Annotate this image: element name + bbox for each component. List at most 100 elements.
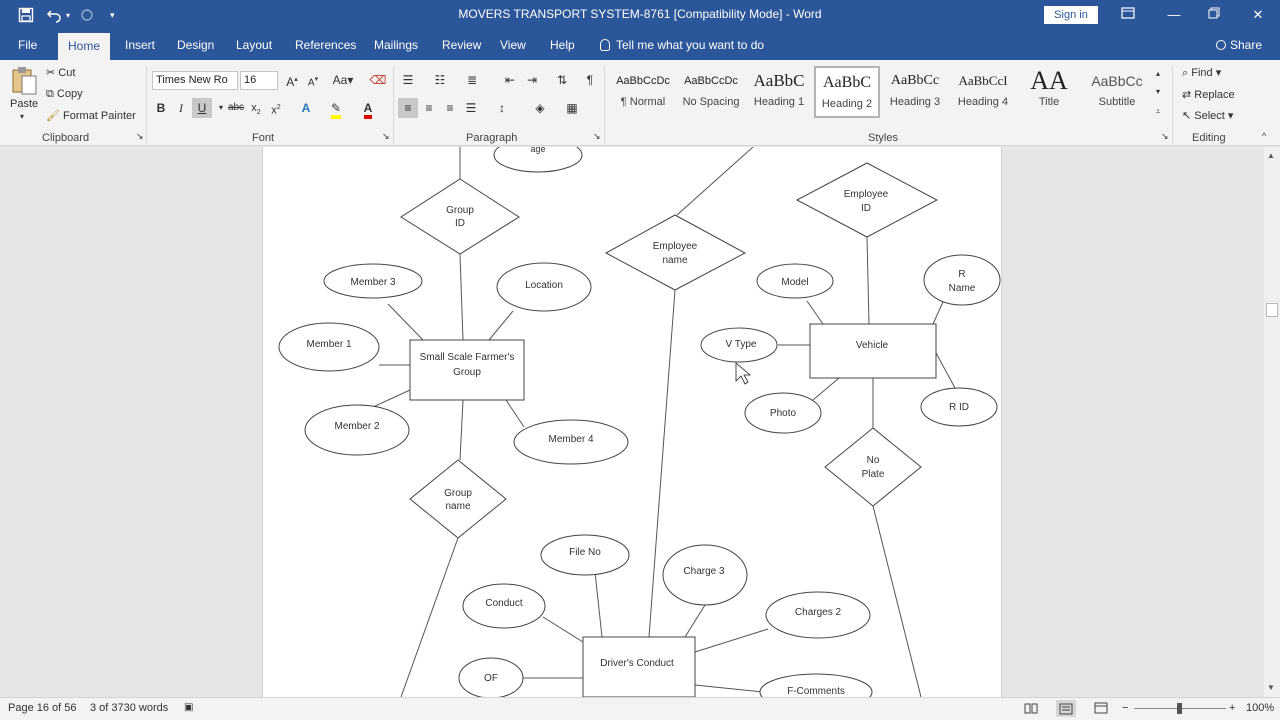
style-no-spacing[interactable]: AaBbCcDc No Spacing — [678, 66, 744, 118]
multilevel-list-icon[interactable]: ≣ — [462, 70, 482, 90]
tab-help[interactable]: Help — [540, 30, 585, 60]
web-layout-icon[interactable] — [1094, 702, 1108, 717]
document-area[interactable]: age Member 3 Location Member 1 Member 2 … — [0, 147, 1264, 697]
align-right-icon[interactable]: ≡ — [440, 98, 460, 118]
replace-button[interactable]: ⇄ Replace — [1182, 88, 1235, 101]
page-count[interactable]: Page 16 of 56 — [8, 702, 77, 714]
zoom-in-icon[interactable]: + — [1229, 702, 1235, 714]
save-icon[interactable] — [18, 0, 34, 30]
tab-layout[interactable]: Layout — [226, 30, 282, 60]
er-diagram[interactable]: age Member 3 Location Member 1 Member 2 … — [263, 147, 1003, 697]
relationship-group-name[interactable] — [409, 459, 507, 539]
font-launcher-icon[interactable]: ↘ — [382, 131, 390, 142]
tab-mailings[interactable]: Mailings — [364, 30, 428, 60]
read-mode-icon[interactable] — [1024, 702, 1038, 717]
italic-icon[interactable]: I — [171, 98, 191, 118]
tab-home[interactable]: Home — [58, 33, 111, 60]
undo-icon[interactable] — [46, 0, 62, 30]
strikethrough-icon[interactable]: abc — [226, 98, 246, 118]
line-spacing-icon[interactable]: ↕ — [492, 98, 512, 118]
clear-formatting-icon[interactable]: ⌫ — [368, 70, 388, 90]
tab-insert[interactable]: Insert — [115, 30, 165, 60]
styles-more-icon[interactable]: ⩡ — [1151, 102, 1165, 122]
font-name-input[interactable]: Times New Ro — [152, 71, 238, 90]
cut-button[interactable]: ✂ Cut — [46, 66, 75, 79]
underline-icon[interactable]: U — [192, 98, 212, 118]
superscript-icon[interactable]: x2 — [266, 98, 286, 118]
scrollbar-thumb[interactable] — [1266, 303, 1278, 317]
paragraph-launcher-icon[interactable]: ↘ — [593, 131, 601, 142]
entity-vehicle[interactable] — [809, 323, 937, 379]
scroll-down-icon[interactable]: ▼ — [1267, 683, 1275, 692]
scroll-up-icon[interactable]: ▲ — [1267, 151, 1275, 160]
style-heading-3[interactable]: AaBbCc Heading 3 — [882, 66, 948, 118]
style-heading-1[interactable]: AaBbC Heading 1 — [746, 66, 812, 118]
label-member-2: Member 2 — [334, 421, 379, 432]
styles-scroll-down-icon[interactable]: ▾ — [1151, 82, 1165, 102]
vertical-scrollbar[interactable]: ▲ ▼ — [1264, 147, 1280, 697]
increase-indent-icon[interactable]: ⇥ — [522, 70, 542, 90]
styles-scroll-up-icon[interactable]: ▴ — [1151, 64, 1165, 84]
relationship-no-plate[interactable] — [824, 427, 922, 507]
style-heading-2[interactable]: AaBbC Heading 2 — [814, 66, 880, 118]
zoom-out-icon[interactable]: − — [1122, 702, 1128, 714]
customize-quick-access-icon[interactable]: ▾ — [110, 0, 115, 30]
shading-icon[interactable]: ◈ — [530, 98, 550, 118]
close-icon[interactable]: ✕ — [1236, 0, 1280, 30]
bold-icon[interactable]: B — [151, 98, 171, 118]
print-layout-icon[interactable] — [1056, 700, 1076, 717]
tab-review[interactable]: Review — [432, 30, 491, 60]
redo-icon[interactable] — [80, 0, 94, 30]
text-effects-icon[interactable]: A — [296, 98, 316, 118]
highlight-icon[interactable]: ✎ — [326, 98, 346, 119]
ribbon-display-options-icon[interactable] — [1106, 0, 1150, 30]
tab-references[interactable]: References — [285, 30, 366, 60]
style-title[interactable]: AA Title — [1016, 66, 1082, 118]
relationship-employee-id[interactable] — [795, 162, 939, 238]
grow-font-icon[interactable]: A▴ — [282, 70, 302, 90]
relationship-group-id[interactable] — [400, 178, 520, 255]
attribute-r-name[interactable] — [923, 254, 1001, 306]
align-center-icon[interactable]: ≡ — [419, 98, 439, 118]
minimize-icon[interactable]: — — [1152, 0, 1196, 30]
zoom-level[interactable]: 100% — [1246, 702, 1274, 714]
paste-button[interactable]: Paste ▾ — [10, 66, 40, 126]
numbering-icon[interactable]: ☷ — [430, 70, 450, 90]
subscript-icon[interactable]: x2 — [246, 98, 266, 118]
font-size-input[interactable]: 16 — [240, 71, 278, 90]
tab-design[interactable]: Design — [167, 30, 224, 60]
style-heading-4[interactable]: AaBbCcI Heading 4 — [950, 66, 1016, 118]
relationship-employee-name[interactable] — [604, 214, 747, 291]
zoom-slider-thumb[interactable] — [1177, 703, 1182, 714]
shrink-font-icon[interactable]: A▾ — [303, 70, 323, 90]
show-formatting-marks-icon[interactable]: ¶ — [580, 70, 600, 90]
tab-file[interactable]: File — [8, 30, 47, 60]
align-left-icon[interactable]: ≡ — [398, 98, 418, 118]
undo-dropdown-icon[interactable]: ▾ — [66, 0, 70, 30]
decrease-indent-icon[interactable]: ⇤ — [500, 70, 520, 90]
proofing-icon[interactable]: ▣ — [184, 702, 193, 713]
paste-dropdown-icon[interactable]: ▾ — [20, 112, 24, 121]
bullets-icon[interactable]: ☰ — [398, 70, 418, 90]
word-count[interactable]: 3 of 3730 words — [90, 702, 168, 714]
change-case-icon[interactable]: Aa▾ — [330, 70, 356, 90]
clipboard-launcher-icon[interactable]: ↘ — [136, 131, 144, 142]
collapse-ribbon-icon[interactable]: ^ — [1262, 131, 1266, 141]
format-painter-button[interactable]: 🖌 Format Painter — [46, 109, 136, 122]
font-color-icon[interactable]: A — [358, 98, 378, 119]
styles-launcher-icon[interactable]: ↘ — [1161, 131, 1169, 142]
style-subtitle[interactable]: AaBbCc Subtitle — [1084, 66, 1150, 118]
document-page[interactable]: age Member 3 Location Member 1 Member 2 … — [262, 147, 1002, 697]
share-button[interactable]: Share — [1206, 30, 1272, 60]
sign-in-button[interactable]: Sign in — [1044, 6, 1098, 24]
copy-button[interactable]: ⧉ Copy — [46, 88, 83, 101]
find-button[interactable]: ⌕ Find ▾ — [1182, 66, 1221, 80]
restore-icon[interactable] — [1192, 0, 1236, 30]
select-button[interactable]: ↖ Select ▾ — [1182, 109, 1233, 122]
tell-me-search[interactable]: Tell me what you want to do — [596, 30, 774, 60]
style-normal[interactable]: AaBbCcDc ¶ Normal — [610, 66, 676, 118]
tab-view[interactable]: View — [490, 30, 536, 60]
borders-icon[interactable]: ▦ — [562, 98, 582, 118]
sort-icon[interactable]: ⇅ — [552, 70, 572, 90]
justify-icon[interactable]: ☰ — [461, 98, 481, 118]
